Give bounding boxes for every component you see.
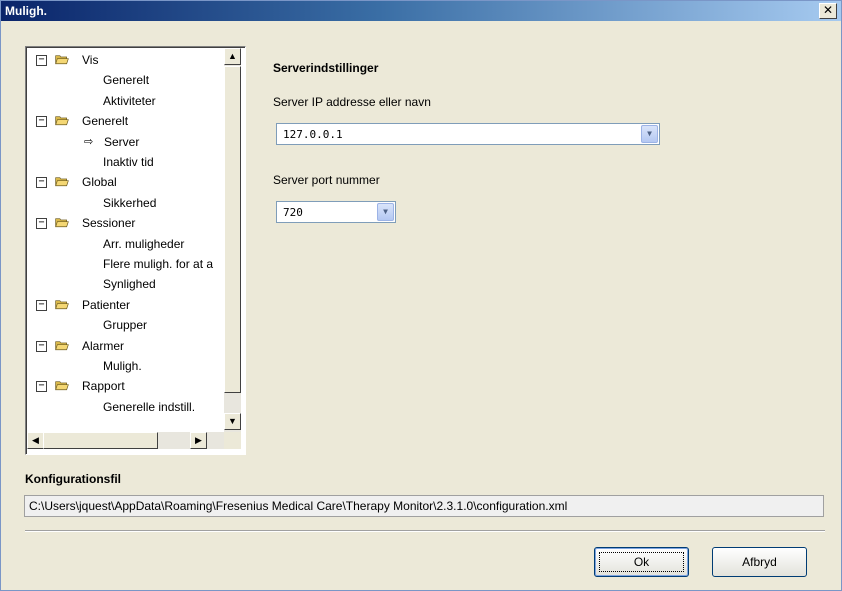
collapse-icon[interactable]: − [36, 381, 47, 393]
tree-folder-item[interactable]: − Patienter [26, 295, 224, 315]
chevron-down-icon[interactable]: ▼ [641, 125, 658, 143]
folder-open-icon [55, 218, 69, 228]
folder-open-icon [55, 340, 69, 350]
tree-item-label: Muligh. [103, 359, 142, 373]
focus-rect [599, 552, 684, 572]
tree-leaf-item[interactable]: Synlighed [26, 274, 224, 294]
tree-leaf-item[interactable]: ⇨ Server [26, 132, 224, 152]
collapse-icon[interactable]: − [36, 177, 47, 189]
tree-item-label: Inaktiv tid [103, 155, 154, 169]
folder-open-icon [55, 55, 69, 65]
tree-item-label: Rapport [82, 379, 125, 394]
server-port-combobox[interactable]: 720 ▼ [276, 201, 396, 223]
options-tree: − Vis Generelt Aktiviteter − Generelt ⇨ Server I… [25, 46, 246, 455]
tree-leaf-item[interactable]: Generelle indstill. [26, 397, 224, 417]
server-port-value: 720 [283, 206, 303, 219]
collapse-icon[interactable]: − [36, 340, 47, 352]
server-port-label: Server port nummer [273, 173, 380, 187]
tree-item-label: Patienter [82, 297, 131, 312]
vertical-scroll-thumb[interactable] [224, 66, 241, 393]
scroll-down-button[interactable]: ▼ [224, 413, 241, 430]
title-bar[interactable]: Muligh. ✕ [1, 1, 841, 21]
scroll-corner [224, 432, 241, 449]
cancel-button[interactable]: Afbryd [712, 547, 807, 577]
tree-item-label: Arr. muligheder [103, 236, 185, 251]
chevron-down-icon[interactable]: ▼ [377, 203, 394, 221]
horizontal-scroll-thumb[interactable] [43, 432, 158, 449]
tree-item-label: Flere muligh. for at a [103, 257, 214, 271]
tree-folder-item[interactable]: − Alarmer [26, 336, 224, 356]
tree-item-label: Generelt [103, 73, 150, 88]
tree-folder-item[interactable]: − Vis [26, 50, 224, 70]
tree-item-label: Sessioner [82, 216, 136, 231]
close-icon: ✕ [822, 3, 834, 17]
tree-leaf-item[interactable]: Flere muligh. for at a [26, 254, 224, 274]
tree-item-label: Synlighed [103, 277, 156, 292]
window-title: Muligh. [5, 4, 47, 18]
tree-item-label: Generelt [82, 114, 129, 129]
tree-folder-item[interactable]: − Generelt [26, 111, 224, 131]
config-file-label: Konfigurationsfil [25, 472, 121, 486]
tree-item-label: Aktiviteter [103, 93, 156, 108]
folder-open-icon [55, 300, 69, 309]
close-button[interactable]: ✕ [819, 3, 837, 19]
options-dialog: Muligh. ✕ − Vis Generelt Aktiviteter − Genere… [0, 0, 842, 591]
scroll-left-button[interactable]: ◀ [27, 432, 44, 449]
collapse-icon[interactable]: − [36, 55, 47, 66]
tree-item-label: Generelle indstill. [103, 399, 196, 414]
tree-item-label: Sikkerhed [103, 195, 157, 210]
tree-folder-item[interactable]: − Sessioner [26, 213, 224, 233]
tree-item-label: Server [104, 134, 140, 149]
server-ip-value: 127.0.0.1 [283, 128, 343, 141]
collapse-icon[interactable]: − [36, 299, 47, 311]
tree-items: − Vis Generelt Aktiviteter − Generelt ⇨ Server I… [26, 47, 224, 432]
server-settings-title: Serverindstillinger [273, 61, 379, 75]
config-file-path: C:\Users\jquest\AppData\Roaming\Freseniu… [24, 495, 824, 517]
tree-item-label: Grupper [103, 318, 148, 333]
tree-horizontal-scrollbar[interactable]: ◀ ▶ [27, 432, 224, 449]
tree-folder-item[interactable]: − Global [26, 172, 224, 192]
cancel-button-label: Afbryd [742, 555, 777, 569]
selected-arrow-icon: ⇨ [84, 135, 94, 148]
tree-leaf-item[interactable]: Sikkerhed [26, 193, 224, 213]
tree-leaf-item[interactable]: Generelt [26, 70, 224, 90]
server-ip-combobox[interactable]: 127.0.0.1 ▼ [276, 123, 660, 145]
server-ip-label: Server IP addresse eller navn [273, 95, 431, 109]
tree-item-label: Alarmer [82, 338, 125, 353]
tree-item-label: Vis [82, 53, 99, 67]
tree-leaf-item[interactable]: Muligh. [26, 356, 224, 376]
separator [25, 530, 825, 532]
scroll-up-button[interactable]: ▲ [224, 48, 241, 65]
tree-leaf-item[interactable]: Inaktiv tid [26, 152, 224, 172]
tree-vertical-scrollbar[interactable]: ▲ ▼ [224, 48, 241, 432]
folder-open-icon [55, 177, 69, 187]
tree-leaf-item[interactable]: Grupper [26, 315, 224, 335]
folder-open-icon [55, 116, 69, 126]
ok-button[interactable]: Ok [594, 547, 689, 577]
tree-leaf-item[interactable]: Aktiviteter [26, 91, 224, 111]
tree-leaf-item[interactable]: Arr. muligheder [26, 234, 224, 254]
scroll-right-button[interactable]: ▶ [190, 432, 207, 449]
collapse-icon[interactable]: − [36, 218, 47, 230]
tree-item-label: Global [82, 175, 117, 190]
tree-folder-item[interactable]: − Rapport [26, 376, 224, 396]
folder-open-icon [55, 381, 69, 391]
collapse-icon[interactable]: − [36, 116, 47, 128]
